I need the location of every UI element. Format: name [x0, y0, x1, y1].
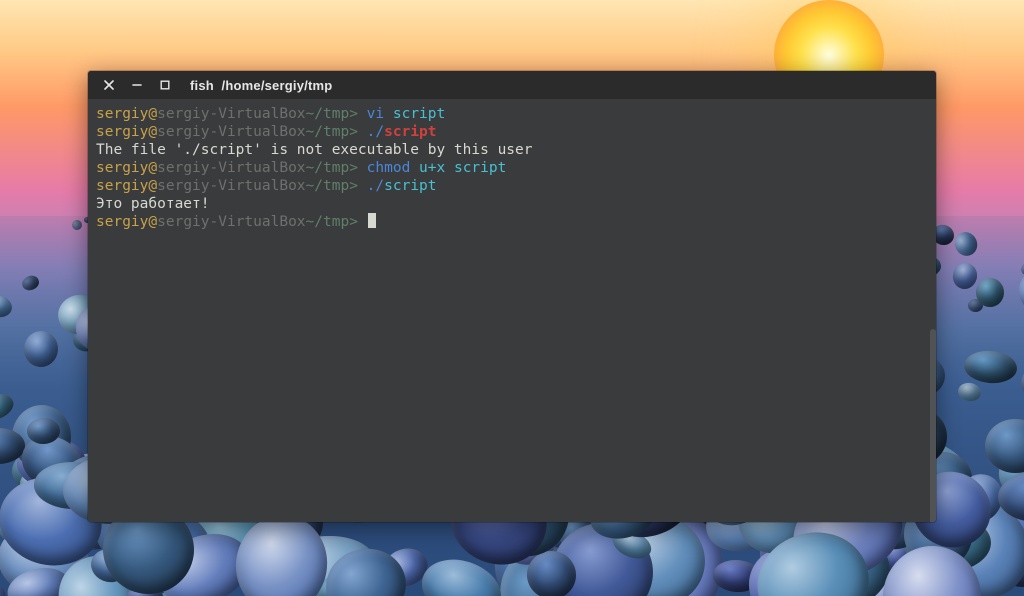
terminal-output-line: Это работает! — [96, 195, 928, 213]
terminal-prompt-line: sergiy@sergiy-VirtualBox~/tmp> — [96, 213, 928, 231]
minimize-icon[interactable] — [130, 78, 144, 92]
terminal-prompt-line: sergiy@sergiy-VirtualBox~/tmp> ./script — [96, 123, 928, 141]
titlebar[interactable]: fish /home/sergiy/tmp — [88, 71, 936, 99]
cursor — [368, 213, 376, 228]
window-title: fish /home/sergiy/tmp — [190, 78, 332, 93]
terminal-prompt-line: sergiy@sergiy-VirtualBox~/tmp> vi script — [96, 105, 928, 123]
terminal-prompt-line: sergiy@sergiy-VirtualBox~/tmp> chmod u+x… — [96, 159, 928, 177]
maximize-icon[interactable] — [158, 78, 172, 92]
terminal-body[interactable]: sergiy@sergiy-VirtualBox~/tmp> vi script… — [88, 99, 936, 522]
terminal-prompt-line: sergiy@sergiy-VirtualBox~/tmp> ./script — [96, 177, 928, 195]
scrollbar[interactable] — [930, 329, 936, 522]
terminal-output-line: The file './script' is not executable by… — [96, 141, 928, 159]
terminal-window: fish /home/sergiy/tmp sergiy@sergiy-Virt… — [88, 71, 936, 522]
close-icon[interactable] — [102, 78, 116, 92]
